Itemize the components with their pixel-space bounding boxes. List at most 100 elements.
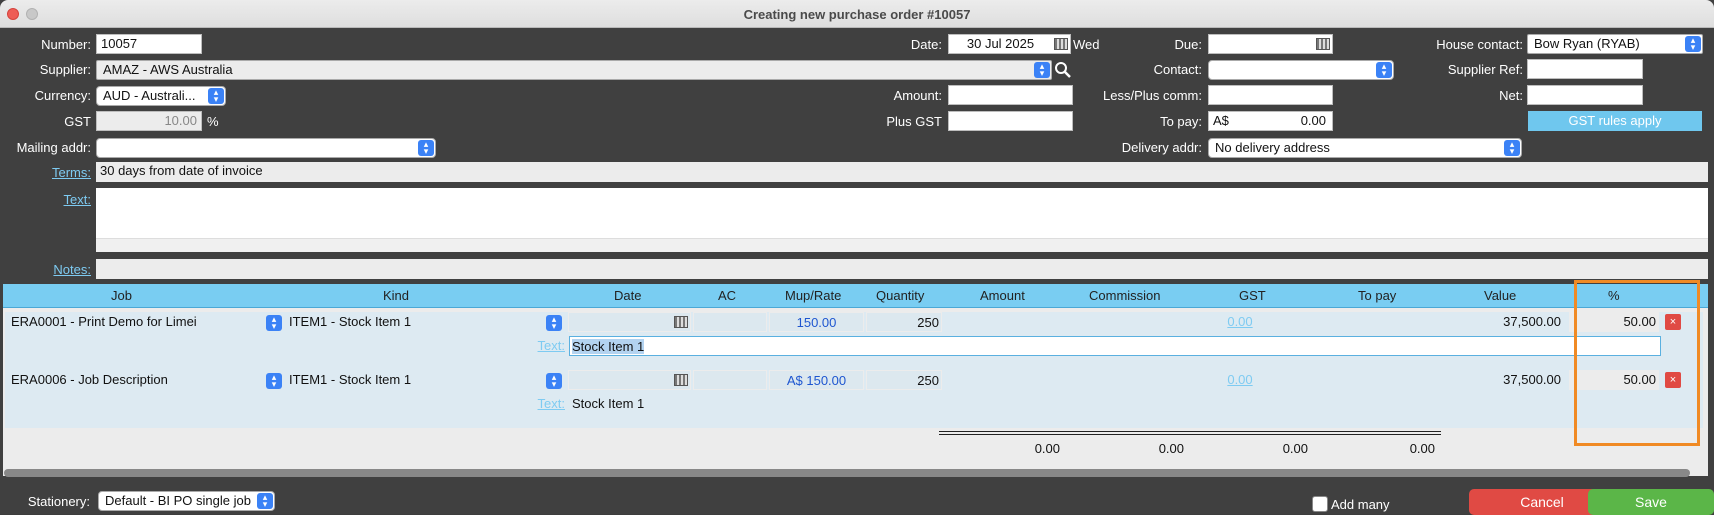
- col-amount[interactable]: Amount: [980, 288, 1025, 303]
- calendar-icon[interactable]: [1054, 38, 1068, 50]
- less-plus-comm-label: Less/Plus comm:: [1103, 88, 1202, 103]
- rate-cell[interactable]: A$ 150.00: [769, 370, 864, 390]
- table-row[interactable]: ERA0006 - Job Description ▴ ▾ ITEM1 - Sto…: [5, 370, 1703, 428]
- table-row[interactable]: ERA0001 - Print Demo for Limei ▴ ▾ ITEM1 …: [5, 312, 1703, 370]
- totals-rule: [939, 431, 1441, 435]
- col-gst[interactable]: GST: [1239, 288, 1266, 303]
- kind-chevron[interactable]: ▴ ▾: [545, 314, 563, 332]
- total-to-pay: 0.00: [1409, 441, 1435, 456]
- stationery-select[interactable]: Default - BI PO single job ▴ ▾: [98, 491, 275, 511]
- to-pay-currency: A$: [1213, 113, 1229, 128]
- col-commission[interactable]: Commission: [1089, 288, 1161, 303]
- chevron-updown-icon: ▴ ▾: [266, 373, 282, 389]
- total-amount: 0.00: [1034, 441, 1060, 456]
- value-cell: 37,500.00: [1503, 372, 1561, 387]
- save-button[interactable]: Save: [1588, 489, 1714, 515]
- kind-select[interactable]: ITEM1 - Stock Item 1: [289, 370, 569, 390]
- to-pay-field[interactable]: A$ 0.00: [1208, 111, 1333, 131]
- terms-link[interactable]: Terms:: [0, 164, 91, 182]
- chevron-updown-icon: ▴ ▾: [1504, 140, 1520, 156]
- row-text-field[interactable]: Stock Item 1: [569, 336, 1661, 356]
- chevron-updown-icon: ▴ ▾: [1685, 36, 1701, 52]
- row-text-value: Stock Item 1: [572, 339, 645, 354]
- row-text-link[interactable]: Text:: [535, 394, 565, 414]
- job-select[interactable]: ERA0006 - Job Description: [11, 370, 279, 390]
- col-rate[interactable]: Mup/Rate: [785, 288, 841, 303]
- col-job[interactable]: Job: [111, 288, 132, 303]
- calendar-icon[interactable]: [1316, 38, 1330, 50]
- less-plus-comm-field[interactable]: [1208, 85, 1333, 105]
- date-field[interactable]: 30 Jul 2025: [948, 34, 1071, 54]
- date-day: Wed: [1073, 37, 1100, 52]
- text-area-scrollbar[interactable]: [96, 238, 1708, 252]
- ac-cell[interactable]: [693, 312, 767, 332]
- chevron-updown-icon: ▴ ▾: [266, 315, 282, 331]
- terms-field[interactable]: 30 days from date of invoice: [96, 162, 1708, 182]
- notes-link[interactable]: Notes:: [0, 261, 91, 279]
- col-to-pay[interactable]: To pay: [1358, 288, 1396, 303]
- amount-field[interactable]: [948, 85, 1073, 105]
- contact-select[interactable]: ▴ ▾: [1208, 60, 1394, 80]
- row-text-link[interactable]: Text:: [535, 336, 565, 356]
- kind-chevron[interactable]: ▴ ▾: [545, 372, 563, 390]
- job-value: ERA0001 - Print Demo for Limei: [11, 314, 197, 329]
- supplier-select[interactable]: AMAZ - AWS Australia ▴ ▾: [96, 60, 1052, 80]
- supplier-ref-field[interactable]: [1527, 59, 1643, 79]
- add-many-checkbox[interactable]: [1312, 496, 1328, 512]
- text-link[interactable]: Text:: [0, 191, 91, 209]
- to-pay-label: To pay:: [1160, 114, 1202, 129]
- col-date[interactable]: Date: [614, 288, 641, 303]
- currency-value: AUD - Australi...: [103, 88, 196, 103]
- house-contact-select[interactable]: Bow Ryan (RYAB) ▴ ▾: [1527, 34, 1703, 54]
- net-field[interactable]: [1527, 85, 1643, 105]
- to-pay-value: 0.00: [1300, 113, 1326, 128]
- window-title: Creating new purchase order #10057: [743, 7, 971, 22]
- rate-cell[interactable]: 150.00: [769, 312, 864, 332]
- number-field[interactable]: 10057: [96, 34, 202, 54]
- col-value[interactable]: Value: [1484, 288, 1516, 303]
- supplier-label: Supplier:: [39, 62, 91, 77]
- supplier-value: AMAZ - AWS Australia: [103, 62, 233, 77]
- delivery-addr-select[interactable]: No delivery address ▴ ▾: [1208, 138, 1522, 158]
- job-select[interactable]: ERA0001 - Print Demo for Limei: [11, 312, 279, 332]
- gst-link[interactable]: 0.00: [1215, 312, 1265, 332]
- job-chevron[interactable]: ▴ ▾: [265, 314, 283, 332]
- col-kind[interactable]: Kind: [383, 288, 409, 303]
- mailing-addr-select[interactable]: ▴ ▾: [96, 138, 436, 158]
- job-chevron[interactable]: ▴ ▾: [265, 372, 283, 390]
- quantity-cell[interactable]: 250: [866, 312, 942, 332]
- col-quantity[interactable]: Quantity: [876, 288, 924, 303]
- col-ac[interactable]: AC: [718, 288, 736, 303]
- chevron-updown-icon: ▴ ▾: [1034, 62, 1050, 78]
- date-cell[interactable]: [568, 370, 691, 390]
- horizontal-scrollbar[interactable]: [4, 469, 1690, 477]
- add-many-label: Add many: [1331, 497, 1390, 512]
- quantity-cell[interactable]: 250: [866, 370, 942, 390]
- due-field[interactable]: [1208, 34, 1333, 54]
- calendar-icon[interactable]: [674, 374, 688, 386]
- chevron-updown-icon: ▴ ▾: [208, 88, 224, 104]
- gst-rules-button[interactable]: GST rules apply: [1528, 111, 1702, 131]
- chevron-updown-icon: ▴ ▾: [546, 315, 562, 331]
- text-area[interactable]: [96, 188, 1708, 252]
- date-cell[interactable]: [568, 312, 691, 332]
- row-text-field[interactable]: Stock Item 1: [569, 394, 1661, 414]
- search-icon[interactable]: [1054, 61, 1072, 79]
- currency-select[interactable]: AUD - Australi... ▴ ▾: [96, 86, 226, 106]
- date-value: 30 Jul 2025: [966, 36, 1035, 51]
- ac-cell[interactable]: [693, 370, 767, 390]
- kind-select[interactable]: ITEM1 - Stock Item 1: [289, 312, 569, 332]
- line-items-grid: Job Kind Date AC Mup/Rate Quantity Amoun…: [3, 284, 1708, 430]
- plus-gst-field[interactable]: [948, 111, 1073, 131]
- notes-field[interactable]: [96, 259, 1708, 279]
- purchase-order-window: Creating new purchase order #10057 Numbe…: [0, 0, 1714, 515]
- gst-link[interactable]: 0.00: [1215, 370, 1265, 390]
- kind-value: ITEM1 - Stock Item 1: [289, 372, 412, 387]
- number-label: Number:: [41, 37, 91, 52]
- job-value: ERA0006 - Job Description: [11, 372, 168, 387]
- grid-header: Job Kind Date AC Mup/Rate Quantity Amoun…: [3, 284, 1708, 308]
- value-cell: 37,500.00: [1503, 314, 1561, 329]
- calendar-icon[interactable]: [674, 316, 688, 328]
- gst-rate-field[interactable]: 10.00: [96, 111, 202, 131]
- row-text-value: Stock Item 1: [572, 396, 645, 411]
